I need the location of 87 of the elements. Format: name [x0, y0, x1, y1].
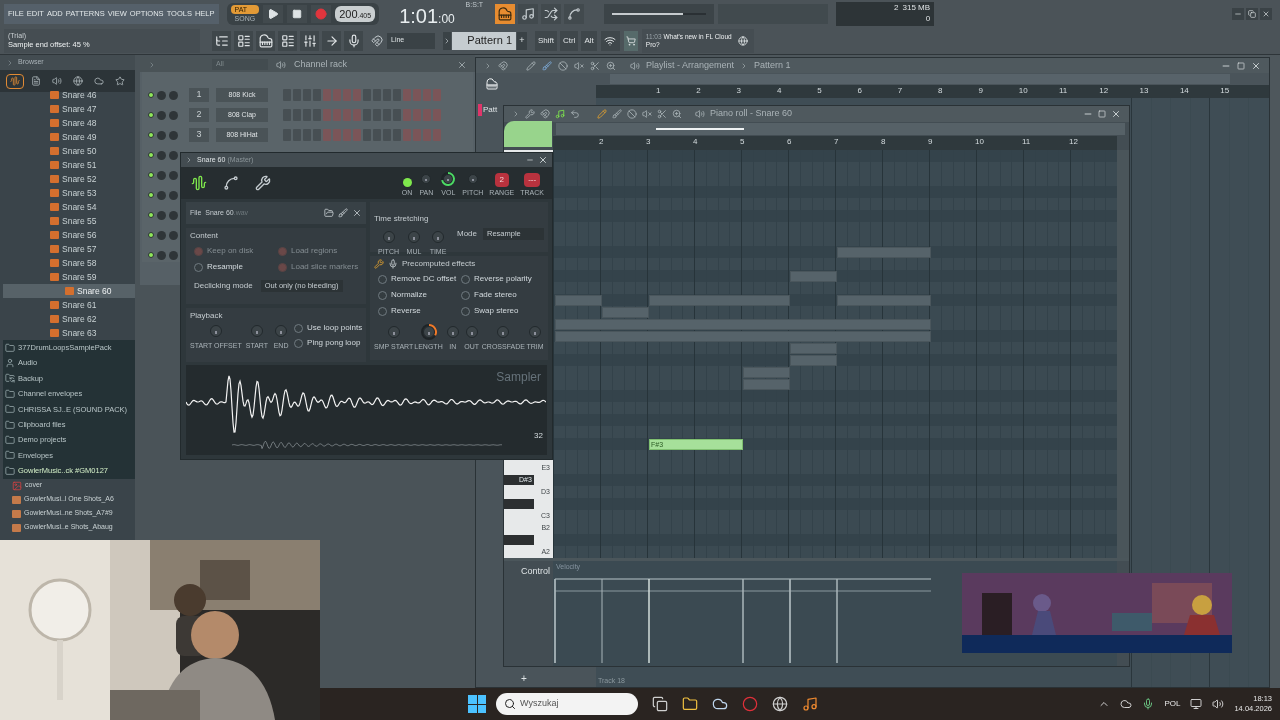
browser-item[interactable]: Snare 56 — [3, 228, 135, 242]
bar-number: 2 — [599, 137, 604, 147]
bar-number: 3 — [736, 86, 742, 96]
browser-item[interactable]: Snare 58 — [3, 256, 135, 270]
bar-number: 9 — [928, 137, 933, 147]
option-label: Swap stereo — [474, 305, 519, 317]
timeline-ruler[interactable]: 2 3 4 5 6 7 8 9 10 11 12 — [553, 136, 1117, 150]
option-label: Remove DC offset — [391, 273, 457, 285]
pattern-selector[interactable]: Pattern 1 — [452, 31, 516, 50]
modifier-key[interactable]: Ctrl — [560, 30, 579, 51]
bar-number: 5 — [817, 86, 822, 96]
browser-item[interactable]: Snare 48 — [3, 116, 135, 130]
modifier-key[interactable]: Alt — [581, 30, 597, 51]
bar-number: 6 — [857, 86, 862, 96]
timeline-ruler[interactable]: 1 2 3 4 5 6 7 8 9 10 11 12 13 14 15 — [596, 85, 1269, 98]
browser-item[interactable]: Snare 51 — [3, 158, 135, 172]
channel-number[interactable]: 3 — [189, 128, 209, 142]
sampler-watermark: Sampler — [496, 369, 541, 386]
bar-number: 14 — [1179, 86, 1189, 96]
bar-number: 8 — [881, 137, 886, 147]
value-display[interactable]: 2 — [494, 172, 509, 187]
browser-item[interactable]: Snare 50 — [3, 144, 135, 158]
option-label: Use loop points — [307, 322, 363, 334]
bar-number: 10 — [1018, 86, 1028, 96]
browser-item[interactable]: Snare 62 — [3, 312, 135, 326]
bar-number: 8 — [938, 86, 943, 96]
zoom-level[interactable]: 32 — [534, 430, 543, 442]
section-title: Content — [190, 230, 220, 242]
memory-value: 315 MB — [902, 1, 931, 13]
channel-number[interactable]: 1 — [189, 88, 209, 102]
control-label[interactable]: Control — [521, 565, 550, 579]
language-indicator[interactable]: POL — [1164, 698, 1181, 710]
search-field[interactable]: Wyszukaj — [496, 693, 638, 715]
bar-number: 4 — [693, 137, 698, 147]
window-title: Piano roll - Snare 60 — [710, 107, 793, 121]
browser-item[interactable]: Snare 49 — [3, 130, 135, 144]
browser-item[interactable]: Snare 57 — [3, 242, 135, 256]
bar-number: 2 — [696, 86, 701, 96]
browser-item[interactable]: Snare 61 — [3, 298, 135, 312]
bar-number: 7 — [834, 137, 839, 147]
bar-number: 7 — [897, 86, 903, 96]
browser-item[interactable]: Snare 52 — [3, 172, 135, 186]
option-label: Ping pong loop — [307, 337, 361, 349]
option-label: Keep on disk — [207, 245, 254, 257]
bar-number: 11 — [1059, 86, 1068, 96]
add-pattern-button[interactable]: + — [517, 31, 527, 50]
section-title: Playback — [190, 310, 224, 322]
browser-item[interactable]: Snare 63 — [3, 326, 135, 340]
window-title: Channel rack — [294, 57, 348, 71]
channel-number[interactable]: 2 — [189, 108, 209, 122]
bar-number: 13 — [1139, 86, 1149, 96]
browser-item[interactable]: Snare 54 — [3, 200, 135, 214]
bar-number: 4 — [776, 86, 782, 96]
section-title: Time stretching — [374, 214, 429, 223]
bar-number: 11 — [1022, 137, 1031, 147]
declicking-label: Declicking mode — [194, 280, 253, 292]
bar-number: 9 — [978, 86, 983, 96]
option-label: Resample — [207, 261, 243, 273]
option-label: Reverse — [391, 305, 421, 317]
bar-number: 12 — [1069, 137, 1078, 147]
option-label: Load slice markers — [291, 261, 359, 273]
bar-number: 5 — [740, 137, 745, 147]
bar-number: 3 — [646, 137, 651, 147]
browser-item[interactable]: Snare 60 — [3, 284, 135, 298]
option-label: Load regions — [291, 245, 338, 257]
polyphony-value: 0 — [925, 12, 931, 24]
pattern-name[interactable]: Pattern 1 — [754, 58, 791, 73]
bar-number: 15 — [1220, 86, 1230, 96]
option-label: Fade stereo — [474, 289, 517, 301]
browser-item[interactable]: Snare 59 — [3, 270, 135, 284]
window-title: Playlist - Arrangement — [646, 58, 735, 72]
cpu-value: 2 — [894, 1, 899, 13]
browser-item[interactable]: Snare 53 — [3, 186, 135, 200]
option-label: Normalize — [391, 289, 427, 301]
option-label: Reverse polarity — [474, 273, 532, 285]
browser-item[interactable]: Snare 55 — [3, 214, 135, 228]
browser-item[interactable]: Snare 46 — [3, 88, 135, 102]
browser-item[interactable]: Snare 47 — [3, 102, 135, 116]
bar-number: 12 — [1099, 86, 1109, 96]
bar-number: 1 — [656, 86, 661, 96]
modifier-key[interactable]: Shift — [535, 30, 557, 51]
section-title: Precomputed effects — [402, 258, 476, 270]
bar-number: 6 — [787, 137, 792, 147]
add-track-button[interactable]: + — [516, 671, 532, 685]
bar-number: 10 — [975, 137, 984, 147]
mode-label: Mode — [457, 228, 477, 240]
value-display[interactable]: --- — [524, 172, 541, 187]
